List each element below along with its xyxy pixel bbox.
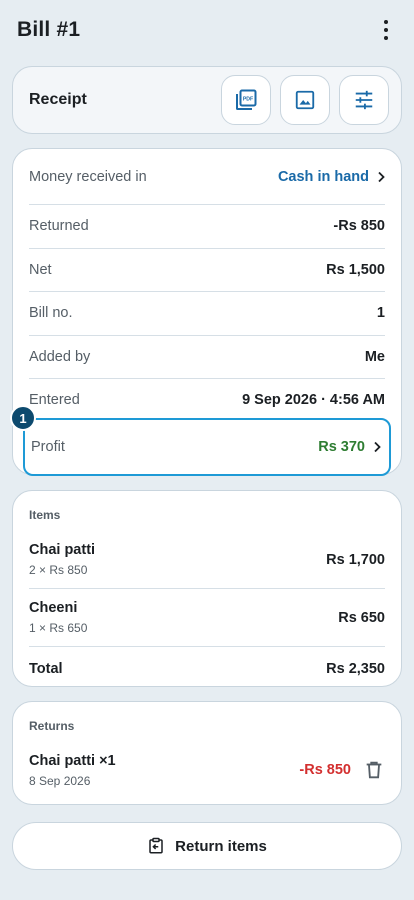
added-by-row: Added by Me: [29, 336, 385, 379]
item-price: Rs 650: [338, 609, 385, 626]
items-card: Items Chai patti 2 × Rs 850 Rs 1,700 Che…: [12, 490, 402, 687]
list-item: Chai patti ×1 8 Sep 2026 -Rs 850: [29, 742, 385, 798]
return-icon: [149, 837, 163, 854]
return-items-label: Return items: [175, 837, 267, 855]
net-row: Net Rs 1,500: [29, 249, 385, 292]
net-label: Net: [29, 261, 52, 278]
profit-label: Profit: [31, 439, 65, 455]
more-vert-icon[interactable]: [374, 18, 398, 42]
image-button[interactable]: [280, 75, 330, 125]
settings-button[interactable]: [339, 75, 389, 125]
bill-details-card: Money received in Cash in hand Returned …: [12, 148, 402, 476]
returns-section-label: Returns: [29, 719, 75, 733]
pdf-button[interactable]: PDF: [221, 75, 271, 125]
svg-text:PDF: PDF: [243, 96, 253, 102]
profit-row[interactable]: Profit Rs 370: [23, 418, 391, 476]
highlight-badge: 1: [10, 405, 36, 431]
tune-icon: [355, 90, 373, 110]
entered-value: 9 Sep 2026 · 4:56 AM: [242, 392, 385, 409]
money-received-value: Cash in hand: [277, 168, 369, 185]
entered-row: Entered 9 Sep 2026 · 4:56 AM: [29, 379, 385, 423]
image-icon: [295, 90, 315, 110]
bill-no-label: Bill no.: [29, 305, 73, 322]
list-item: Cheeni 1 × Rs 650 Rs 650: [29, 589, 385, 647]
chevron-right-icon: [374, 441, 381, 453]
receipt-title: Receipt: [29, 91, 87, 108]
item-quantity: 2 × Rs 850: [29, 563, 88, 577]
entered-label: Entered: [29, 392, 80, 409]
added-by-label: Added by: [29, 348, 91, 365]
bill-no-value: 1: [376, 305, 385, 322]
returns-card: Returns Chai patti ×1 8 Sep 2026 -Rs 850: [12, 701, 402, 805]
pdf-icon: PDF: [236, 89, 257, 110]
added-by-value: Me: [364, 348, 385, 365]
return-date: 8 Sep 2026: [29, 773, 91, 788]
returned-row: Returned -Rs 850: [29, 205, 385, 249]
item-price: Rs 1,700: [326, 551, 385, 568]
item-name: Cheeni: [29, 600, 78, 616]
profit-value: Rs 370: [318, 439, 365, 455]
app-bar: Bill #1: [0, 0, 414, 60]
item-name: Chai patti: [29, 542, 96, 558]
receipt-card: Receipt PDF: [12, 66, 402, 134]
total-value: Rs 2,350: [326, 661, 385, 677]
delete-icon[interactable]: [363, 759, 385, 781]
money-received-label: Money received in: [29, 168, 147, 185]
total-label: Total: [29, 661, 63, 677]
total-row: Total Rs 2,350: [29, 647, 385, 691]
return-item-name: Chai patti ×1: [29, 752, 116, 769]
list-item: Chai patti 2 × Rs 850 Rs 1,700: [29, 531, 385, 589]
bill-no-row: Bill no. 1: [29, 292, 385, 336]
return-items-button[interactable]: Return items: [12, 822, 402, 870]
item-quantity: 1 × Rs 650: [29, 621, 88, 635]
page-title: Bill #1: [17, 18, 81, 41]
money-received-row[interactable]: Money received in Cash in hand: [29, 149, 385, 205]
returned-label: Returned: [29, 218, 89, 235]
chevron-right-icon: [378, 171, 385, 182]
net-value: Rs 1,500: [326, 261, 385, 278]
returned-value: -Rs 850: [333, 218, 385, 235]
return-amount: -Rs 850: [299, 762, 351, 778]
items-section-label: Items: [29, 508, 61, 522]
